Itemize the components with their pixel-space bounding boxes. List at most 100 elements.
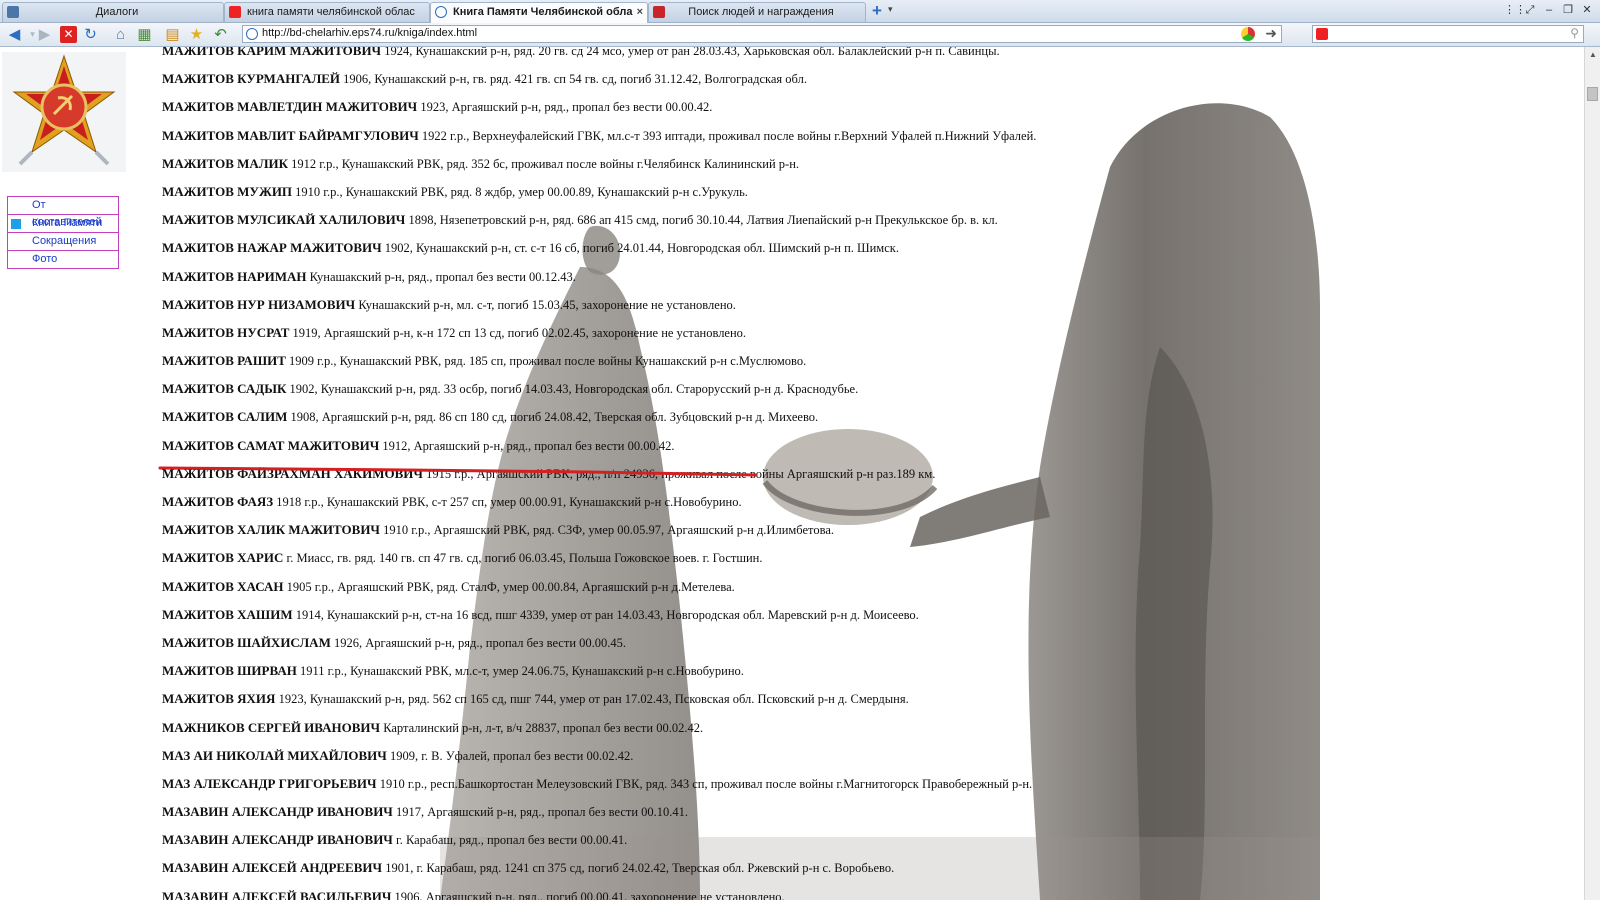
chrome-extension-icon[interactable] [1241,27,1255,41]
sidebar-item-label[interactable]: Фото [32,253,57,265]
go-arrow-icon[interactable]: ➜ [1265,25,1277,42]
list-item: МАЖИТОВ САЛИМ 1908, Аргаяшский р-н, ряд.… [162,403,1402,431]
person-name: МАЖИТОВ КАРИМ МАЖИТОВИЧ [162,47,382,58]
search-icon[interactable]: ⚲ [1570,26,1579,40]
sidebar-menu: От составителей Книга Памяти Сокращения … [7,196,119,269]
back-arrow-icon[interactable]: ◀ [6,26,23,43]
sidebar-item-label[interactable]: Книга Памяти [32,217,102,229]
maximize-icon[interactable]: ❐ [1561,3,1575,17]
person-details: 1898, Нязепетровский р-н, ряд. 686 ап 41… [408,213,998,228]
list-item: МАЖИТОВ САДЫК 1902, Кунашакский р-н, ряд… [162,375,1402,403]
page-content: От составителей Книга Памяти Сокращения … [0,47,1584,900]
sidebar-item-label[interactable]: Сокращения [32,235,96,247]
person-details: 1910 г.р., Аргаяшский РВК, ряд. СЗФ, уме… [383,523,834,538]
person-details: 1911 г.р., Кунашакский РВК, мл.с-т, умер… [299,664,744,679]
stop-icon[interactable]: ✕ [60,26,77,43]
new-tab-plus-icon[interactable]: + [868,1,886,21]
search-input[interactable]: ⚲ [1312,25,1584,43]
list-item: МАЖИТОВ ХАШИМ 1914, Кунашакский р-н, ст-… [162,601,1402,629]
list-item: МАЖИТОВ МУЛСИКАЙ ХАЛИЛОВИЧ 1898, Нязепет… [162,206,1402,234]
bookmark-star-icon[interactable]: ★ [188,26,205,43]
person-name: МАЖИТОВ РАШИТ [162,353,286,369]
sidebar-item-abbreviations[interactable]: Сокращения [8,233,118,251]
tab-people-search[interactable]: Поиск людей и награждения [648,2,866,22]
person-details: 1923, Кунашакский р-н, ряд. 562 сп 165 с… [278,692,909,707]
list-item: МАЖИТОВ МУЖИП 1910 г.р., Кунашакский РВК… [162,178,1402,206]
apps-grid-icon[interactable]: ⋮⋮ [1504,3,1526,17]
person-name: МАЖИТОВ МУЛСИКАЙ ХАЛИЛОВИЧ [162,212,406,228]
podvig-icon [653,6,665,18]
person-name: МАЖИТОВ ЯХИЯ [162,691,276,707]
person-name: МАЖИТОВ НУР НИЗАМОВИЧ [162,296,356,312]
forward-arrow-icon[interactable]: ▶ [36,26,53,43]
speed-dial-icon[interactable]: ▦ [136,26,153,43]
scrollbar-thumb[interactable] [1587,87,1598,101]
list-item: МАЖИТОВ КАРИМ МАЖИТОВИЧ 1924, Кунашакски… [162,47,1402,65]
person-details: 1910 г.р., респ.Башкортостан Мелеузовски… [379,776,1033,791]
person-name: МАЗАВИН АЛЕКСЕЙ АНДРЕЕВИЧ [162,860,383,876]
vertical-scrollbar[interactable]: ▲ [1584,47,1600,900]
person-details: 1918 г.р., Кунашакский РВК, с-т 257 сп, … [276,495,742,509]
person-details: Карталинский р-н, л-т, в/ч 28837, пропал… [383,720,704,735]
site-icon [435,6,447,18]
person-name: МАЖИТОВ ХАШИМ [162,606,293,622]
home-icon[interactable]: ⌂ [112,26,129,43]
person-name: МАЖИТОВ ХАРИС [162,550,284,566]
address-bar[interactable]: http://bd-chelarhiv.eps74.ru/kniga/index… [242,25,1282,43]
person-details: 1908, Аргаяшский р-н, ряд. 86 сп 180 сд,… [290,410,819,425]
search-engine-icon[interactable] [1316,28,1328,40]
person-name: МАЖНИКОВ СЕРГЕЙ ИВАНОВИЧ [162,719,381,735]
person-name: МАЖИТОВ МАВЛИТ БАЙРАМГУЛОВИЧ [162,127,419,143]
person-name: МАЖИТОВ САЛИМ [162,409,288,425]
person-details: Кунашакский р-н, мл. с-т, погиб 15.03.45… [358,297,736,312]
list-item: МАЖИТОВ МАЛИК 1912 г.р., Кунашакский РВК… [162,150,1402,178]
sidebar-item-from-compilers[interactable]: От составителей [8,197,118,228]
person-name: МАЖИТОВ ХАЛИК МАЖИТОВИЧ [162,522,380,538]
person-name: МАЖИТОВ НАЖАР МАЖИТОВИЧ [162,240,382,256]
tab-search-results[interactable]: книга памяти челябинской области — ... [224,2,430,22]
restore-tabs-icon[interactable]: ⤢ [1523,3,1537,17]
person-details: 1909 г.р., Кунашакский РВК, ряд. 185 сп,… [289,354,807,369]
menu-bullet-icon [11,201,21,211]
person-details: 1910 г.р., Кунашакский РВК, ряд. 8 ждбр,… [295,184,748,199]
person-details: 1912, Аргаяшский р-н, ряд., пропал без в… [382,438,675,453]
person-name: МАЖИТОВ КУРМАНГАЛЕЙ [162,71,341,87]
reload-icon[interactable]: ↻ [82,26,99,43]
close-tab-icon[interactable]: × [637,3,643,22]
scroll-up-arrow-icon[interactable]: ▲ [1589,50,1597,59]
sidebar-item-photo[interactable]: Фото [8,251,118,268]
person-details: 1914, Кунашакский р-н, ст-на 16 всд, пшг… [295,607,919,622]
list-item: МАЖИТОВ НУР НИЗАМОВИЧ Кунашакский р-н, м… [162,291,1402,319]
history-icon[interactable]: ▤ [164,26,181,43]
tab-label: книга памяти челябинской области — ... [247,6,415,18]
person-name: МАЖИТОВ МУЖИП [162,183,293,199]
close-window-icon[interactable]: ✕ [1580,3,1594,17]
list-item: МАЖИТОВ ЯХИЯ 1923, Кунашакский р-н, ряд.… [162,685,1402,713]
person-details: 1912 г.р., Кунашакский РВК, ряд. 352 бс,… [291,156,800,171]
undo-close-icon[interactable]: ↶ [212,26,229,43]
person-details: г. Миасс, гв. ряд. 140 гв. сп 47 гв. сд,… [286,551,763,566]
left-column: От составителей Книга Памяти Сокращения … [0,47,128,900]
tab-memory-book[interactable]: Книга Памяти Челябинской области × [430,2,648,23]
person-name: МАЖИТОВ ШИРВАН [162,663,297,679]
person-details: 1901, г. Карабаш, ряд. 1241 сп 375 сд, п… [385,861,895,876]
tab-list-chevron-icon[interactable]: ▾ [888,4,893,15]
address-url[interactable]: http://bd-chelarhiv.eps74.ru/kniga/index… [262,27,477,39]
tab-dialogs[interactable]: Диалоги [2,2,224,22]
person-name: МАЖИТОВ МАЛИК [162,155,289,171]
tab-label: Поиск людей и награждения [688,6,834,18]
order-patriotic-war-logo [2,52,126,172]
person-details: 1902, Кунашакский р-н, ст. с-т 16 сб, по… [384,241,899,256]
order-star-icon [12,54,116,166]
minimize-icon[interactable]: – [1542,3,1556,17]
tab-label: Книга Памяти Челябинской области [453,6,633,18]
sidebar-item-memory-book[interactable]: Книга Памяти [8,215,118,233]
person-details: 1909, г. В. Уфалей, пропал без вести 00.… [389,748,634,763]
list-item: МАЗАВИН АЛЕКСЕЙ АНДРЕЕВИЧ 1901, г. Караб… [162,854,1402,882]
vk-icon [7,6,19,18]
person-name: МАЖИТОВ ХАСАН [162,578,284,594]
person-name: МАЖИТОВ САМАТ МАЖИТОВИЧ [162,437,380,453]
person-details: 1926, Аргаяшский р-н, ряд., пропал без в… [333,635,627,650]
list-item: МАЖИТОВ ХАСАН 1905 г.р., Аргаяшский РВК,… [162,573,1402,601]
person-details: 1902, Кунашакский р-н, ряд. 33 осбр, пог… [289,382,859,397]
